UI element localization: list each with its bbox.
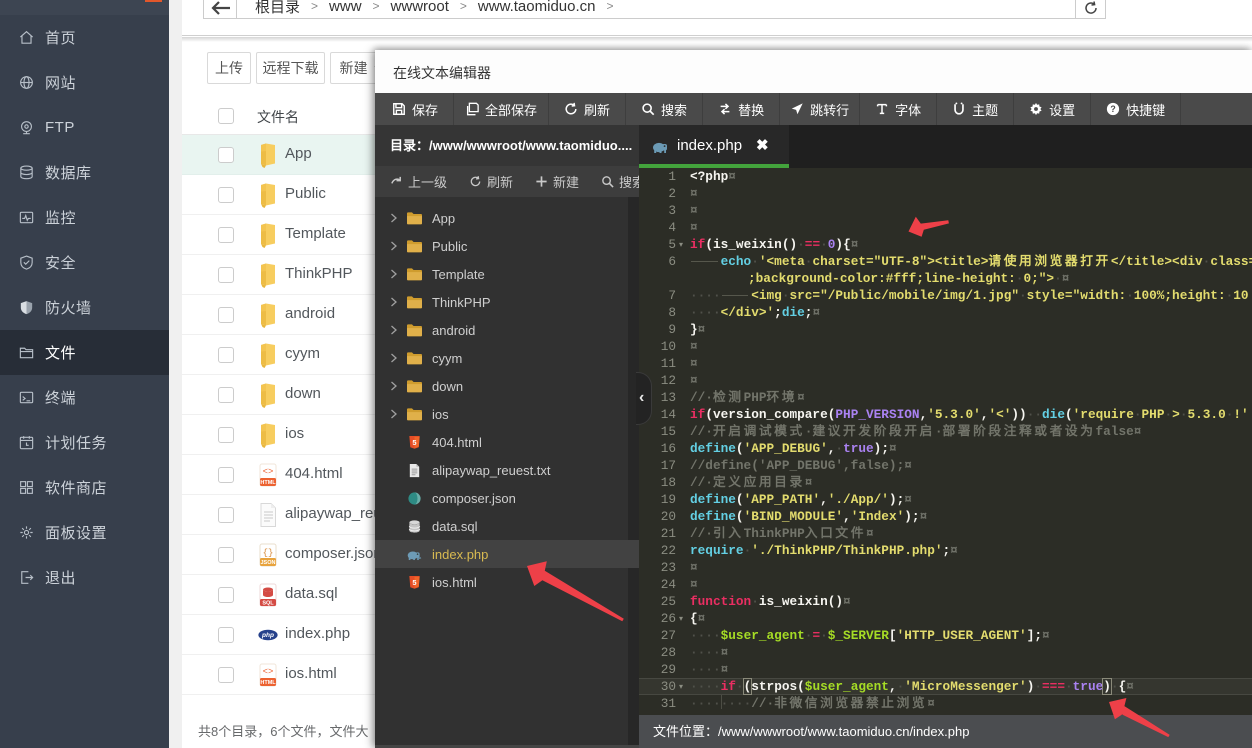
svg-text:<>: <> [263,467,274,477]
svg-text:5: 5 [412,437,416,446]
svg-text:SQL: SQL [262,601,274,607]
svg-text:5: 5 [412,577,416,586]
svg-text:JSON: JSON [261,560,276,566]
svg-text:{}: {} [263,548,274,558]
svg-text:php: php [261,632,274,639]
svg-text:?: ? [1110,104,1115,114]
svg-text:HTML: HTML [260,680,276,686]
svg-text:<>: <> [263,667,274,677]
svg-text:HTML: HTML [260,480,276,486]
